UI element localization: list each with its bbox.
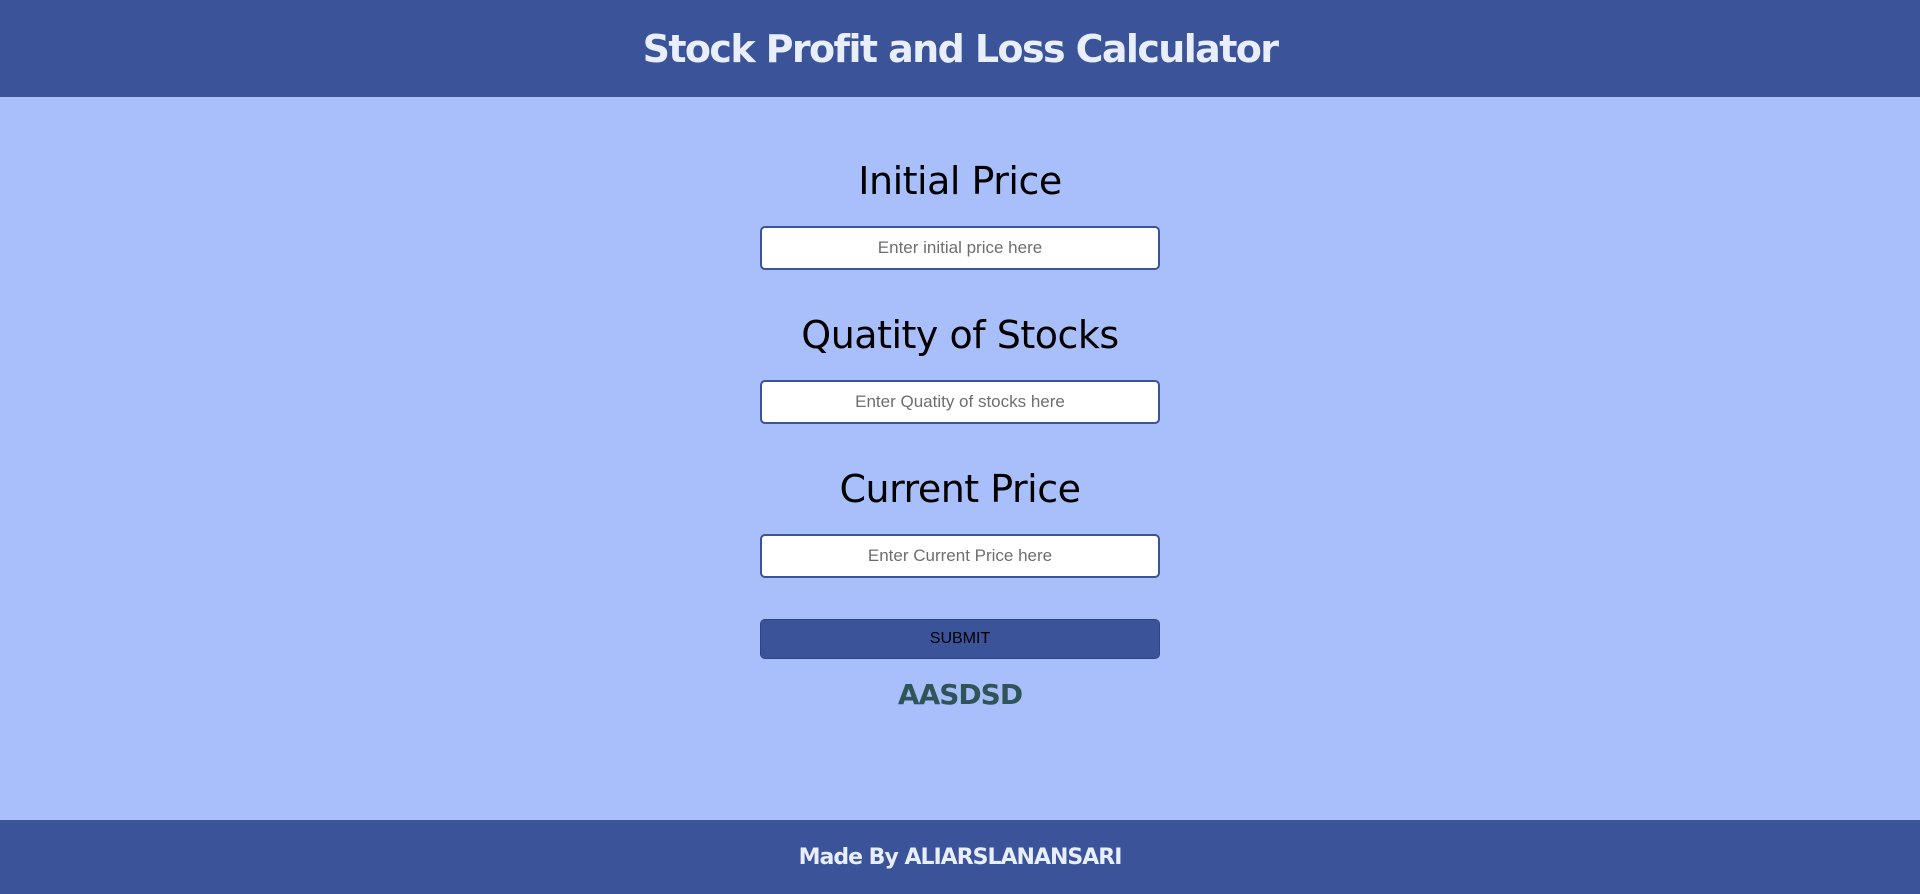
page-title: Stock Profit and Loss Calculator	[642, 26, 1279, 71]
quantity-label: Quatity of Stocks	[801, 313, 1119, 357]
app-root: Stock Profit and Loss Calculator Initial…	[0, 0, 1920, 894]
result-output: AASDSD	[897, 678, 1023, 711]
quantity-input[interactable]	[760, 380, 1160, 424]
calculator-form: Initial Price Quatity of Stocks Current …	[0, 97, 1920, 820]
current-price-input[interactable]	[760, 534, 1160, 578]
footer-credit: Made By ALIARSLANANSARI	[798, 844, 1123, 870]
initial-price-input[interactable]	[760, 226, 1160, 270]
initial-price-label: Initial Price	[858, 159, 1062, 203]
footer-bar: Made By ALIARSLANANSARI	[0, 820, 1920, 894]
header-bar: Stock Profit and Loss Calculator	[0, 0, 1920, 97]
submit-button[interactable]: SUBMIT	[760, 619, 1160, 659]
current-price-label: Current Price	[839, 467, 1081, 511]
